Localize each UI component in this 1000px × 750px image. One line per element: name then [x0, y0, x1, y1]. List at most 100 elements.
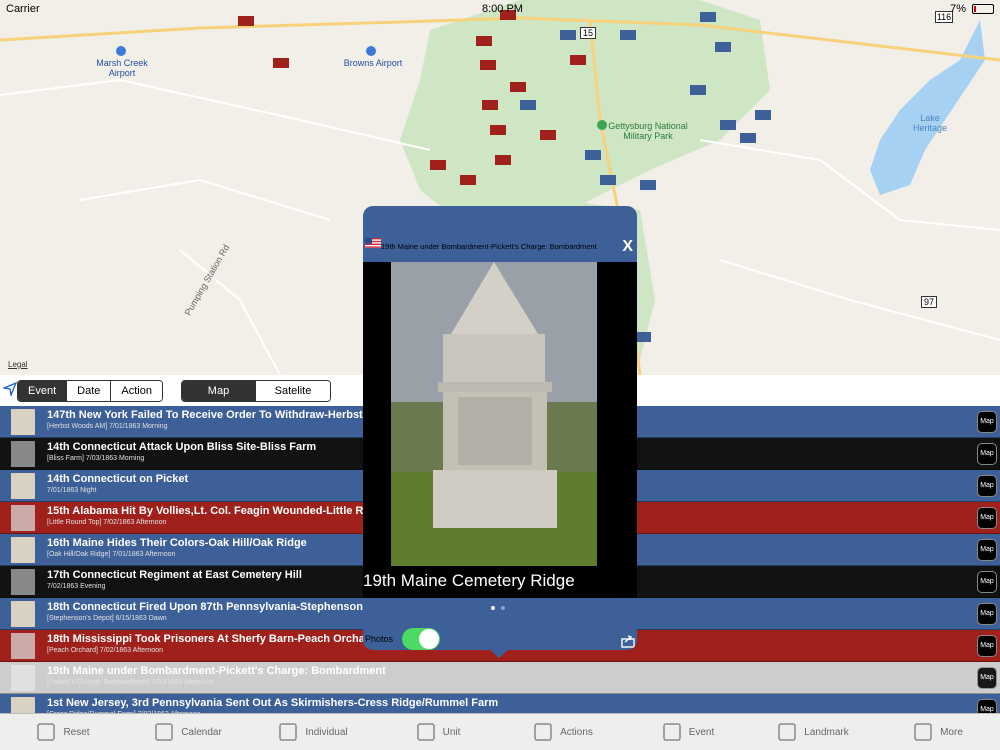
- more-icon: [914, 723, 932, 741]
- route-shield-15: 15: [580, 27, 596, 39]
- tab-label: Unit: [442, 726, 461, 738]
- segment-event[interactable]: Event: [18, 381, 68, 401]
- row-subtitle: [Peach Orchard] 7/02/1863 Afternoon: [47, 647, 163, 654]
- road: [0, 78, 431, 151]
- popup-header: 19th Maine under Bombardment-Pickett's C…: [363, 206, 637, 262]
- person-icon: [279, 723, 298, 741]
- row-thumbnail-icon: [11, 569, 35, 595]
- tab-more[interactable]: More: [875, 714, 1000, 750]
- tab-label: Individual: [305, 726, 348, 738]
- row-title: 18th Mississippi Took Prisoners At Sherf…: [47, 633, 376, 645]
- clock: 8:00 PM: [482, 3, 523, 15]
- us-flag-icon: [365, 238, 381, 248]
- row-thumbnail-icon: [11, 601, 35, 627]
- photos-toggle[interactable]: [402, 628, 440, 650]
- map-button[interactable]: Map: [977, 603, 997, 625]
- segment-map[interactable]: Map: [182, 381, 256, 401]
- page-indicator[interactable]: [491, 606, 505, 610]
- row-subtitle: [Herbst Woods AM] 7/01/1863 Morning: [47, 423, 168, 430]
- row-title: 15th Alabama Hit By Vollies,Lt. Col. Fea…: [47, 505, 413, 517]
- status-bar: Carrier 8:00 PM 7%: [0, 0, 1000, 20]
- row-subtitle: 7/01/1863 Night: [47, 487, 97, 494]
- crossed-swords-icon: [534, 723, 552, 741]
- close-button[interactable]: X: [622, 238, 633, 256]
- map-label-browns: Browns Airport: [343, 58, 403, 68]
- tab-event[interactable]: Event: [625, 714, 750, 750]
- popup-pointer: [490, 650, 508, 658]
- row-title: 19th Maine under Bombardment-Pickett's C…: [47, 665, 386, 677]
- photos-toggle-label: Photos: [365, 634, 394, 644]
- tab-bar: Reset Calendar Individual Unit Actions Event L…: [0, 713, 1000, 750]
- row-thumbnail-icon: [11, 473, 35, 499]
- tab-label: Event: [688, 726, 715, 738]
- row-title: 18th Connecticut Fired Upon 87th Pennsyl…: [47, 601, 406, 613]
- row-title: 17th Connecticut Regiment at East Cemete…: [47, 569, 302, 581]
- page-dot-active: [491, 606, 495, 610]
- airport-icon: [366, 46, 376, 56]
- tab-actions[interactable]: Actions: [500, 714, 625, 750]
- row-subtitle: [Stephenson's Depot] 6/15/1863 Dawn: [47, 615, 167, 622]
- map-button[interactable]: Map: [977, 539, 997, 561]
- row-title: 14th Connecticut on Picket: [47, 473, 189, 485]
- location-arrow-icon[interactable]: [3, 382, 17, 396]
- cannon-icon: [416, 723, 435, 741]
- tab-unit[interactable]: Unit: [375, 714, 500, 750]
- map-button[interactable]: Map: [977, 507, 997, 529]
- row-title: 147th New York Failed To Receive Order T…: [47, 409, 403, 421]
- monument-photo[interactable]: [363, 262, 637, 598]
- map-button[interactable]: Map: [977, 667, 997, 689]
- battery-icon: [972, 4, 994, 14]
- row-subtitle: 7/02/1863 Evening: [47, 583, 106, 590]
- tab-label: Actions: [560, 726, 593, 738]
- event-detail-popup: 19th Maine under Bombardment-Pickett's C…: [363, 206, 637, 650]
- filter-segmented-control[interactable]: Event Date Action: [17, 380, 163, 402]
- segment-action[interactable]: Action: [111, 381, 162, 401]
- tab-individual[interactable]: Individual: [250, 714, 375, 750]
- row-subtitle: [Little Round Top] 7/02/1863 Afternoon: [47, 519, 167, 526]
- route-shield-97: 97: [921, 296, 937, 308]
- row-title: 16th Maine Hides Their Colors-Oak Hill/O…: [47, 537, 307, 549]
- map-button[interactable]: Map: [977, 571, 997, 593]
- row-subtitle: [Oak Hill/Oak Ridge] 7/01/1863 Afternoon: [47, 551, 176, 558]
- row-thumbnail-icon: [11, 665, 35, 691]
- row-thumbnail-icon: [11, 409, 35, 435]
- legal-link[interactable]: Legal: [8, 360, 28, 369]
- map-button[interactable]: Map: [977, 475, 997, 497]
- tab-label: Calendar: [181, 726, 222, 738]
- segment-date[interactable]: Date: [67, 381, 112, 401]
- map-button[interactable]: Map: [977, 443, 997, 465]
- row-title: 14th Connecticut Attack Upon Bliss Site-…: [47, 441, 317, 453]
- map-label-marsh-creek: Marsh Creek Airport: [96, 58, 148, 78]
- row-thumbnail-icon: [11, 505, 35, 531]
- carrier-label: Carrier: [6, 3, 40, 15]
- road: [79, 178, 331, 221]
- map-type-segmented-control[interactable]: Map Satelite: [181, 380, 331, 402]
- list-item[interactable]: 19th Maine under Bombardment-Pickett's C…: [0, 662, 1000, 694]
- calendar-icon: [155, 723, 173, 741]
- page-dot: [501, 606, 505, 610]
- segment-satellite[interactable]: Satelite: [256, 381, 330, 401]
- row-thumbnail-icon: [11, 633, 35, 659]
- share-icon[interactable]: [621, 634, 635, 648]
- road: [719, 259, 1000, 341]
- tab-label: More: [940, 726, 963, 738]
- map-label-lake: Lake Heritage: [912, 113, 948, 133]
- map-button[interactable]: Map: [977, 411, 997, 433]
- battery-percent: 7%: [950, 3, 966, 15]
- tab-label: Landmark: [804, 726, 849, 738]
- all-icon: [37, 723, 56, 741]
- popup-title: 19th Maine under Bombardment-Pickett's C…: [381, 242, 597, 251]
- tab-label: Reset: [63, 726, 90, 738]
- row-thumbnail-icon: [11, 441, 35, 467]
- road: [699, 139, 1000, 231]
- row-thumbnail-icon: [11, 537, 35, 563]
- road: [179, 249, 281, 375]
- tab-reset[interactable]: Reset: [0, 714, 125, 750]
- map-button[interactable]: Map: [977, 635, 997, 657]
- photo-caption: 19th Maine Cemetery Ridge: [363, 571, 575, 590]
- tab-calendar[interactable]: Calendar: [125, 714, 250, 750]
- tab-landmark[interactable]: Landmark: [750, 714, 875, 750]
- airport-icon: [116, 46, 126, 56]
- row-title: 1st New Jersey, 3rd Pennsylvania Sent Ou…: [47, 697, 499, 709]
- burst-icon: [662, 723, 681, 741]
